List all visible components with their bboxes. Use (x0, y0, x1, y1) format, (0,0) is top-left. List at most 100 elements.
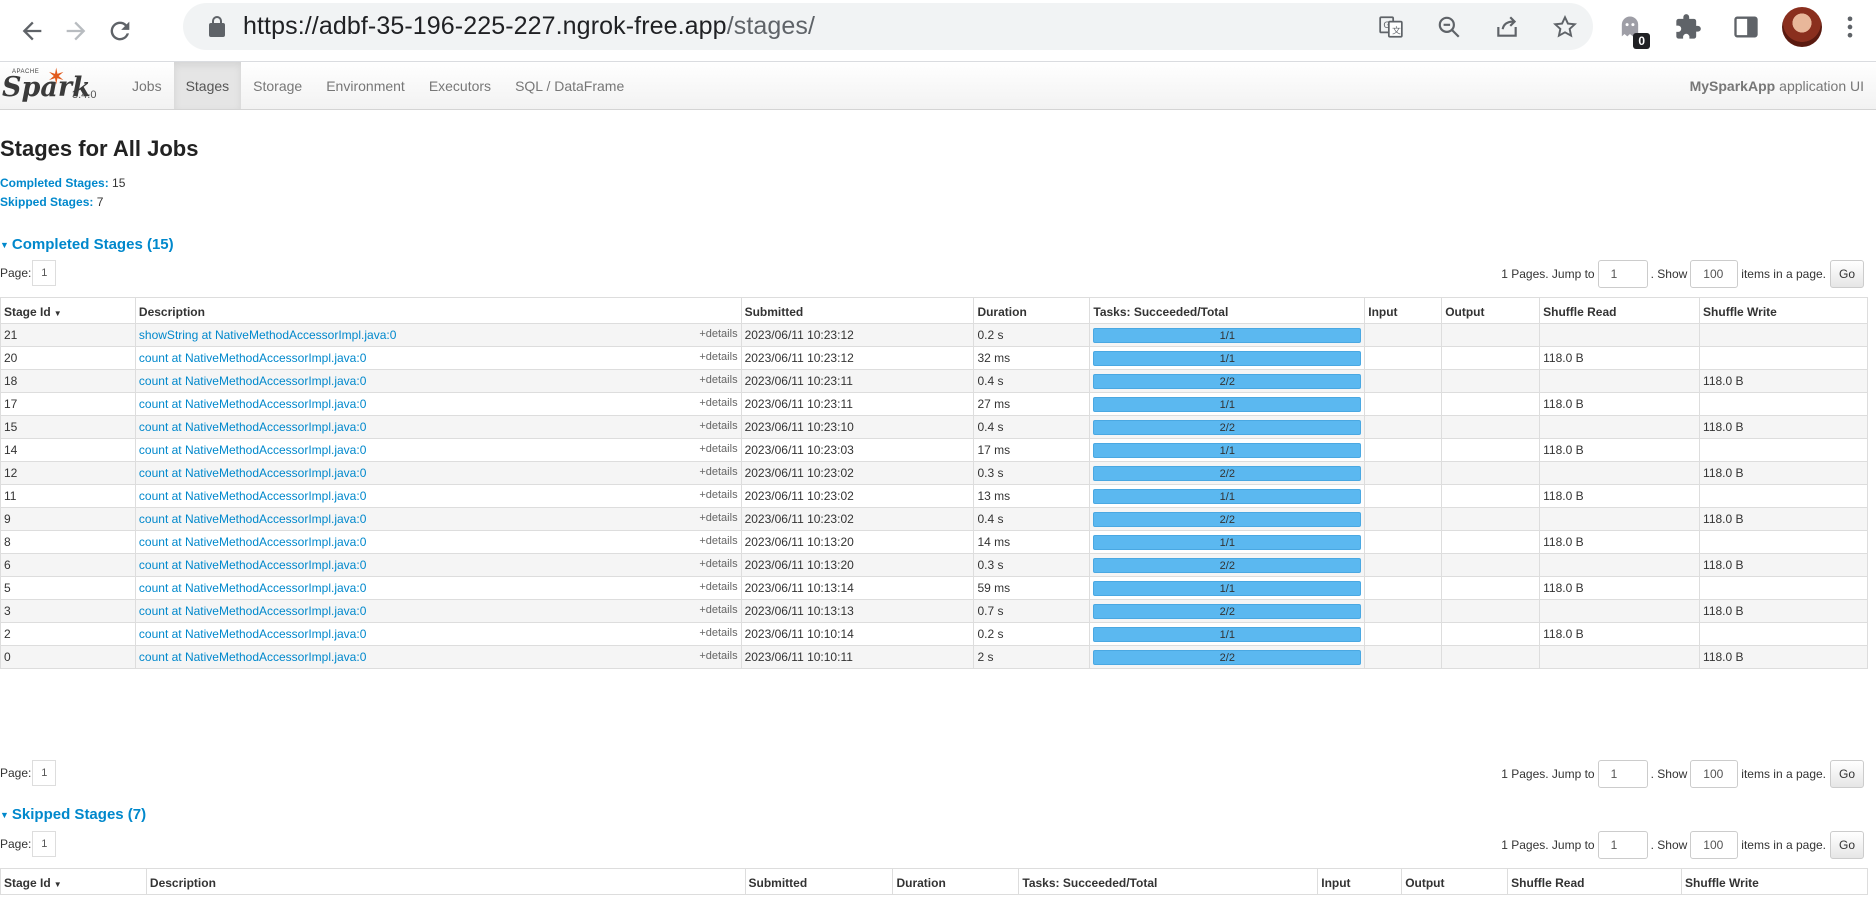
details-toggle[interactable]: +details (699, 535, 737, 547)
column-header-tasks-succeeded-total[interactable]: Tasks: Succeeded/Total (1089, 297, 1366, 324)
spark-brand[interactable]: APACHE Spark ✶ 3.4.0 (0, 62, 120, 109)
go-button[interactable]: Go (1830, 760, 1864, 788)
profile-avatar[interactable] (1782, 7, 1822, 47)
back-button[interactable] (10, 9, 54, 53)
column-header-input[interactable]: Input (1364, 297, 1443, 324)
details-toggle[interactable]: +details (699, 650, 737, 662)
details-toggle[interactable]: +details (699, 443, 737, 455)
stage-description-link[interactable]: count at NativeMethodAccessorImpl.java:0 (139, 650, 366, 664)
stage-description-link[interactable]: count at NativeMethodAccessorImpl.java:0 (139, 374, 366, 388)
skipped-stages-link[interactable]: Skipped Stages: (0, 195, 93, 209)
column-header-description[interactable]: Description (145, 868, 746, 895)
browser-menu-button[interactable] (1836, 5, 1864, 49)
details-toggle[interactable]: +details (699, 351, 737, 363)
stage-description-link[interactable]: count at NativeMethodAccessorImpl.java:0 (139, 627, 366, 641)
ghost-extension-button[interactable]: 0 (1608, 5, 1652, 49)
details-toggle[interactable]: +details (699, 512, 737, 524)
stage-description-link[interactable]: count at NativeMethodAccessorImpl.java:0 (139, 604, 366, 618)
details-toggle[interactable]: +details (699, 420, 737, 432)
details-toggle[interactable]: +details (699, 466, 737, 478)
tasks-cell: 1/1 (1089, 392, 1366, 416)
column-header-output[interactable]: Output (1441, 297, 1541, 324)
stage-description-link[interactable]: count at NativeMethodAccessorImpl.java:0 (139, 420, 366, 434)
details-toggle[interactable]: +details (699, 558, 737, 570)
translate-button[interactable]: G文 (1371, 7, 1411, 47)
stage-description-link[interactable]: count at NativeMethodAccessorImpl.java:0 (139, 558, 366, 572)
jump-to-page-input[interactable] (1597, 260, 1648, 288)
nav-executors[interactable]: Executors (417, 62, 503, 109)
details-toggle[interactable]: +details (699, 374, 737, 386)
go-button[interactable]: Go (1830, 831, 1864, 859)
stage-description-link[interactable]: count at NativeMethodAccessorImpl.java:0 (139, 489, 366, 503)
tasks-cell: 1/1 (1089, 530, 1366, 554)
page-size-input[interactable] (1690, 760, 1739, 788)
extensions-button[interactable] (1666, 5, 1710, 49)
page-number-link[interactable]: 1 (32, 260, 57, 286)
column-header-duration[interactable]: Duration (892, 868, 1020, 895)
stage-description-link[interactable]: count at NativeMethodAccessorImpl.java:0 (139, 535, 366, 549)
table-row: 0 count at NativeMethodAccessorImpl.java:… (0, 645, 1868, 669)
column-header-stage-id[interactable]: Stage Id ▼ (0, 868, 147, 895)
nav-storage[interactable]: Storage (241, 62, 314, 109)
stage-description-link[interactable]: showString at NativeMethodAccessorImpl.j… (139, 328, 396, 342)
column-header-submitted[interactable]: Submitted (740, 297, 975, 324)
jump-to-page-input[interactable] (1597, 831, 1648, 859)
submitted-cell: 2023/06/11 10:23:12 (740, 323, 975, 347)
nav-sql-dataframe[interactable]: SQL / DataFrame (503, 62, 636, 109)
input-cell (1364, 323, 1443, 347)
stage-description-link[interactable]: count at NativeMethodAccessorImpl.java:0 (139, 581, 366, 595)
stage-description-link[interactable]: count at NativeMethodAccessorImpl.java:0 (139, 466, 366, 480)
bookmark-button[interactable] (1545, 7, 1585, 47)
stage-description-link[interactable]: count at NativeMethodAccessorImpl.java:0 (139, 443, 366, 457)
nav-environment[interactable]: Environment (314, 62, 417, 109)
page-size-input[interactable] (1690, 831, 1739, 859)
tasks-cell: 2/2 (1089, 507, 1366, 531)
completed-stages-link[interactable]: Completed Stages: (0, 176, 109, 190)
address-bar[interactable]: https://adbf-35-196-225-227.ngrok-free.a… (183, 3, 1593, 50)
column-header-input[interactable]: Input (1317, 868, 1403, 895)
column-header-tasks-succeeded-total[interactable]: Tasks: Succeeded/Total (1018, 868, 1319, 895)
page-size-input[interactable] (1690, 260, 1739, 288)
details-toggle[interactable]: +details (699, 328, 737, 340)
duration-cell: 14 ms (973, 530, 1091, 554)
stage-id-cell: 11 (0, 484, 136, 508)
nav-stages[interactable]: Stages (173, 62, 242, 109)
skipped-stages-toggle[interactable]: ▼ Skipped Stages (7) (0, 806, 146, 823)
page-number-link[interactable]: 1 (32, 831, 57, 857)
stage-description-link[interactable]: count at NativeMethodAccessorImpl.java:0 (139, 512, 366, 526)
details-toggle[interactable]: +details (699, 397, 737, 409)
share-button[interactable] (1487, 7, 1527, 47)
puzzle-icon (1676, 14, 1701, 39)
shuffle-write-cell (1699, 323, 1868, 347)
column-header-shuffle-read[interactable]: Shuffle Read (1539, 297, 1701, 324)
duration-cell: 0.4 s (973, 369, 1091, 393)
stage-description-link[interactable]: count at NativeMethodAccessorImpl.java:0 (139, 351, 366, 365)
go-button[interactable]: Go (1830, 260, 1864, 288)
details-toggle[interactable]: +details (699, 627, 737, 639)
page-number-link[interactable]: 1 (32, 760, 57, 786)
tasks-progress-label: 1/1 (1219, 582, 1235, 595)
details-toggle[interactable]: +details (699, 489, 737, 501)
side-panel-button[interactable] (1724, 5, 1768, 49)
completed-stages-toggle[interactable]: ▼ Completed Stages (15) (0, 236, 174, 253)
column-header-description[interactable]: Description (134, 297, 742, 324)
description-cell: count at NativeMethodAccessorImpl.java:0… (134, 415, 742, 439)
stage-description-link[interactable]: count at NativeMethodAccessorImpl.java:0 (139, 397, 366, 411)
column-header-shuffle-write[interactable]: Shuffle Write (1681, 868, 1868, 895)
column-header-shuffle-read[interactable]: Shuffle Read (1507, 868, 1683, 895)
zoom-button[interactable] (1429, 7, 1469, 47)
column-header-submitted[interactable]: Submitted (744, 868, 894, 895)
forward-button[interactable] (54, 9, 98, 53)
details-toggle[interactable]: +details (699, 581, 737, 593)
jump-to-page-input[interactable] (1597, 760, 1648, 788)
reload-button[interactable] (98, 9, 142, 53)
column-header-stage-id[interactable]: Stage Id ▼ (0, 297, 136, 324)
nav-jobs[interactable]: Jobs (120, 62, 174, 109)
tasks-progress-label: 1/1 (1219, 352, 1235, 365)
column-header-shuffle-write[interactable]: Shuffle Write (1699, 297, 1868, 324)
column-header-output[interactable]: Output (1401, 868, 1509, 895)
details-toggle[interactable]: +details (699, 604, 737, 616)
show-text: . Show (1650, 767, 1688, 781)
column-header-duration[interactable]: Duration (973, 297, 1091, 324)
pages-text: 1 Pages. Jump to (1501, 767, 1595, 781)
